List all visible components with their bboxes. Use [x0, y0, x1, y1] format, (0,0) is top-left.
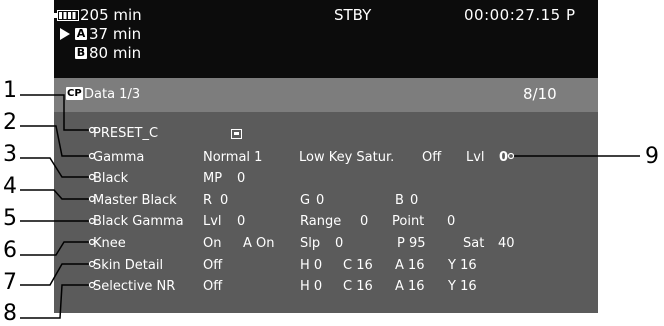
master-black-b-value: 0: [410, 193, 419, 208]
callout-9: 9: [645, 144, 659, 169]
key-protect-icon: [231, 129, 242, 139]
selective-nr-y: Y 16: [448, 279, 477, 294]
black-gamma-point-label: Point: [392, 214, 425, 229]
skin-detail-y: Y 16: [448, 258, 477, 273]
black-mp-value: 0: [237, 171, 246, 186]
black-gamma-lvl-value: 0: [237, 214, 246, 229]
lvl-label: Lvl: [466, 150, 485, 165]
skin-detail-a: A 16: [395, 258, 425, 273]
preset-name: PRESET_C: [93, 126, 159, 141]
callout-7: 7: [3, 270, 17, 295]
master-black-g-label: G: [300, 193, 311, 208]
black-gamma-point-value: 0: [447, 214, 456, 229]
knee-auto-value: A On: [243, 236, 275, 251]
status-text: STBY: [334, 6, 372, 24]
knee-sat-label: Sat: [463, 236, 485, 251]
selective-nr-value: Off: [203, 279, 223, 294]
card-b-time: 80 min: [89, 44, 142, 62]
black-mp-label: MP: [203, 171, 223, 186]
master-black-g-value: 0: [316, 193, 325, 208]
card-a-icon: A: [75, 27, 87, 40]
play-triangle-icon: [60, 28, 70, 40]
camera-screen: 205 min STBY 00:00:27.15 P A 37 min B 80…: [54, 0, 598, 313]
row-gamma-label: Gamma: [93, 150, 145, 165]
black-gamma-range-value: 0: [360, 214, 369, 229]
row-knee-label: Knee: [93, 236, 126, 251]
selective-nr-c: C 16: [343, 279, 373, 294]
status-bar: 205 min STBY 00:00:27.15 P A 37 min B 80…: [54, 0, 598, 78]
card-b-icon: B: [75, 46, 87, 59]
knee-sat-value: 40: [498, 236, 515, 251]
gamma-value: Normal 1: [203, 150, 263, 165]
row-selective-nr-label: Selective NR: [93, 279, 176, 294]
row-skin-detail-label: Skin Detail: [93, 258, 164, 273]
master-black-r-label: R: [203, 193, 213, 208]
page-indicator: 8/10: [523, 85, 557, 103]
callout-6: 6: [3, 238, 17, 263]
custom-picture-bar: CP Data 1/3 8/10: [54, 78, 598, 112]
knee-slp-label: Slp: [300, 236, 321, 251]
callout-2: 2: [3, 110, 17, 135]
callout-4: 4: [3, 174, 17, 199]
callout-5: 5: [3, 206, 17, 231]
knee-point-value: P 95: [397, 236, 426, 251]
skin-detail-c: C 16: [343, 258, 373, 273]
master-black-b-label: B: [395, 193, 404, 208]
row-black-label: Black: [93, 171, 129, 186]
skin-detail-h: H 0: [300, 258, 323, 273]
black-gamma-lvl-label: Lvl: [203, 214, 222, 229]
knee-on-value: On: [203, 236, 222, 251]
card-a-time: 37 min: [89, 25, 142, 43]
row-master-black-label: Master Black: [93, 193, 177, 208]
cp-icon: CP: [66, 87, 83, 100]
master-black-r-value: 0: [220, 193, 229, 208]
skin-detail-value: Off: [203, 258, 223, 273]
selective-nr-a: A 16: [395, 279, 425, 294]
low-key-satur-label: Low Key Satur.: [299, 150, 395, 165]
callout-3: 3: [3, 142, 17, 167]
knee-slp-value: 0: [335, 236, 344, 251]
selective-nr-h: H 0: [300, 279, 323, 294]
cp-data-title: Data 1/3: [84, 87, 141, 102]
row-black-gamma-label: Black Gamma: [93, 214, 184, 229]
callout-8: 8: [3, 301, 17, 326]
battery-icon: [54, 10, 79, 21]
lvl-value: 0: [499, 150, 509, 165]
timecode: 00:00:27.15 P: [464, 6, 576, 24]
black-gamma-range-label: Range: [300, 214, 342, 229]
battery-time: 205 min: [80, 6, 142, 24]
callout-1: 1: [3, 78, 17, 103]
low-key-satur-value: Off: [422, 150, 442, 165]
